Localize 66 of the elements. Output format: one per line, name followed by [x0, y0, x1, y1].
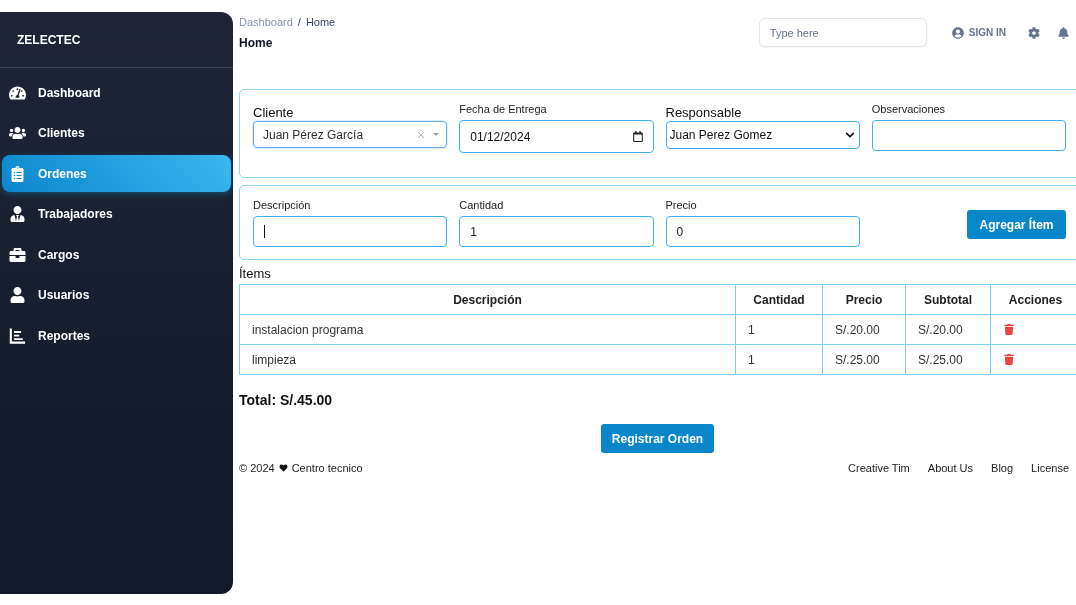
user-icon — [8, 287, 26, 303]
clipboard-icon — [8, 165, 26, 182]
credit-text: Centro tecnico — [291, 461, 363, 476]
column-header: Cantidad — [735, 284, 823, 315]
sidebar-item[interactable]: Trabajadores — [2, 195, 231, 233]
order-total: Total: S/.45.00 — [239, 391, 334, 410]
footer-link[interactable]: Blog — [991, 460, 1014, 477]
client-combobox[interactable]: Juan Pérez García — [253, 121, 448, 148]
notification-bell-icon[interactable] — [1058, 26, 1069, 39]
breadcrumb-separator: / — [297, 15, 301, 29]
user-tie-icon — [8, 206, 26, 222]
table-cell: S/.20.00 — [822, 314, 906, 345]
field-label: Precio — [665, 198, 698, 212]
sidebar-item[interactable]: Dashboard — [2, 74, 231, 111]
field-label: Responsable — [665, 104, 743, 120]
chevron-down-icon — [844, 130, 855, 140]
trash-icon[interactable] — [1004, 324, 1014, 335]
page-title: Home — [239, 35, 274, 52]
briefcase-icon — [8, 246, 26, 263]
sidebar-item[interactable]: Cargos — [2, 236, 231, 273]
settings-icon[interactable] — [1028, 26, 1040, 39]
trash-icon[interactable] — [1004, 354, 1014, 365]
table-cell: instalacion programa — [239, 314, 736, 345]
brand-name: ZELECTEC — [17, 31, 81, 49]
field-label: Descripción — [253, 198, 312, 212]
field-label: Observaciones — [871, 102, 947, 116]
field-label: Fecha de Entrega — [459, 102, 548, 116]
input-field[interactable] — [871, 120, 1066, 151]
table-cell: S/.20.00 — [905, 314, 991, 345]
field-label: Cliente — [253, 104, 295, 120]
column-header: Subtotal — [905, 284, 991, 315]
breadcrumb-link[interactable]: Home — [305, 15, 336, 29]
caret-down-icon[interactable] — [433, 133, 440, 136]
search-field[interactable]: Type here — [758, 18, 927, 47]
input-field[interactable] — [253, 216, 448, 247]
column-header: Precio — [822, 284, 906, 315]
register-order-button[interactable]: Registrar Orden — [601, 424, 714, 453]
table-cell: S/.25.00 — [822, 344, 906, 375]
copyright-text: © 2024 — [239, 461, 275, 476]
add-item-button[interactable]: Agregar Ítem — [967, 210, 1066, 239]
table-cell: S/.25.00 — [905, 344, 991, 375]
footer-link[interactable]: Creative Tim — [848, 460, 910, 477]
table-cell: 1 — [735, 314, 823, 345]
section-title: Ítems — [239, 265, 272, 283]
sidebar-item[interactable]: Clientes — [2, 114, 231, 152]
calendar-icon[interactable] — [632, 131, 643, 142]
column-header: Descripción — [239, 284, 736, 315]
column-header: Acciones — [990, 284, 1076, 315]
sidebar-item[interactable]: Reportes — [2, 317, 231, 354]
users-icon — [8, 125, 26, 141]
sidebar-item[interactable]: Usuarios — [2, 276, 231, 314]
field-label: Cantidad — [459, 198, 505, 212]
footer-link[interactable]: About Us — [927, 460, 974, 477]
sign-in-button[interactable]: SIGN IN — [951, 25, 1006, 40]
gauge-icon — [8, 84, 26, 101]
input-field[interactable]: 1 — [459, 216, 654, 247]
input-field[interactable]: 0 — [665, 216, 860, 247]
clear-icon[interactable] — [418, 131, 425, 138]
date-field[interactable]: 01/12/2024 — [459, 120, 654, 153]
table-cell: limpieza — [239, 344, 736, 375]
bar-chart-icon — [8, 327, 26, 344]
responsible-select[interactable]: Juan Perez Gomez — [665, 121, 860, 149]
heart-icon — [278, 464, 288, 473]
footer-link[interactable]: License — [1031, 460, 1069, 477]
table-cell: 1 — [735, 344, 823, 375]
text-cursor-icon — [264, 225, 265, 238]
